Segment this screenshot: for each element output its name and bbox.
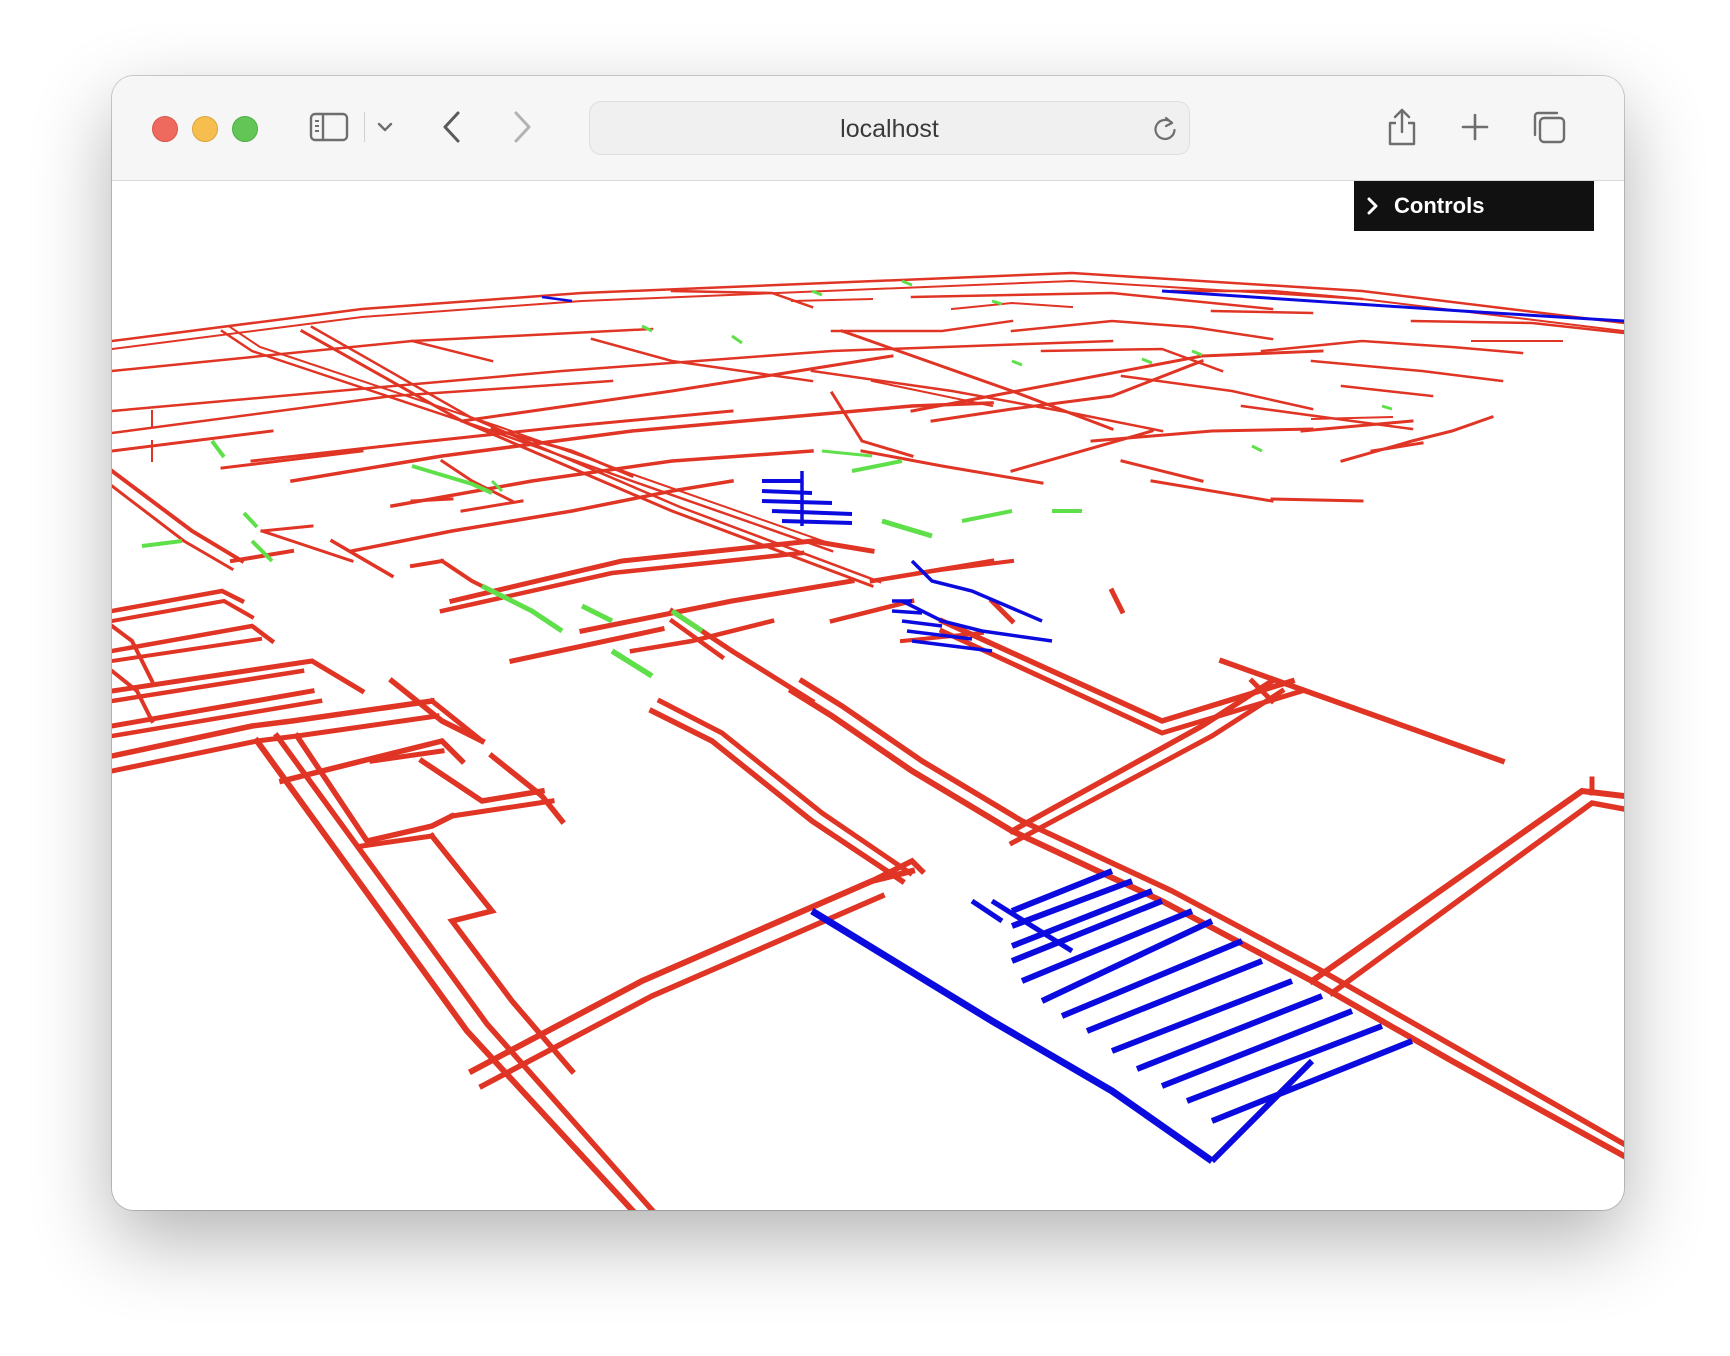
wall-segment [798, 677, 1624, 1148]
stair-segment [761, 499, 833, 505]
wall-segment [112, 598, 255, 624]
webgl-viewport[interactable]: Controls [112, 181, 1624, 1210]
address-bar[interactable]: localhost [589, 101, 1190, 155]
wall-segment [488, 752, 566, 825]
wall-segment [410, 339, 494, 363]
minimize-icon[interactable] [192, 116, 218, 142]
wall-segment [1328, 800, 1624, 997]
wall-segment [1307, 787, 1624, 986]
door-segment [851, 459, 903, 473]
wall-segment [112, 623, 155, 684]
wall-segment [579, 578, 855, 634]
zoom-icon[interactable] [232, 116, 258, 142]
browser-window: localhost Controls [112, 76, 1624, 1210]
wall-segment [409, 558, 445, 569]
wall-segment [829, 390, 914, 458]
toolbar-divider [364, 112, 365, 142]
wall-segment [273, 732, 656, 1210]
wall-segment [1090, 427, 1314, 443]
browser-toolbar: localhost [112, 76, 1624, 181]
door-segment [1191, 349, 1203, 357]
door-segment [242, 511, 259, 529]
wall-segment [467, 867, 916, 1076]
wall-segment [860, 449, 1044, 485]
wall-segment [1010, 319, 1274, 341]
door-segment [141, 539, 183, 548]
chevron-down-icon[interactable] [374, 116, 396, 138]
sidebar-icon[interactable] [308, 110, 350, 144]
wall-segment [1310, 359, 1504, 383]
wall-segment [950, 301, 1074, 311]
door-segment [411, 464, 493, 495]
back-icon[interactable] [437, 108, 467, 146]
floor-plan-scene[interactable] [112, 181, 1624, 1210]
wall-segment [1108, 587, 1126, 615]
wall-segment [1270, 497, 1364, 503]
wall-segment [460, 499, 524, 513]
door-segment [881, 518, 933, 539]
stair-segment [771, 509, 853, 516]
wall-segment [428, 832, 576, 1075]
wall-segment [478, 892, 886, 1090]
wall-segment [1218, 657, 1506, 765]
stair-segment [901, 619, 943, 628]
chevron-right-icon [1366, 197, 1384, 215]
wall-segment [112, 468, 245, 564]
stair-segment [891, 609, 923, 615]
wall-segment [252, 736, 637, 1210]
door-segment [580, 603, 614, 624]
stair-segment [1209, 1058, 1315, 1164]
wall-segment [1340, 384, 1434, 398]
door-segment [670, 608, 704, 634]
door-segment [731, 334, 743, 345]
stair-segment [781, 519, 853, 525]
door-segment [901, 279, 913, 287]
door-segment [961, 509, 1013, 523]
wall-segment [278, 737, 466, 785]
wall-segment [260, 524, 314, 533]
door-segment [1141, 357, 1153, 365]
wall-segment [228, 325, 842, 549]
address-text: localhost [840, 115, 939, 143]
wall-segment [112, 484, 235, 572]
share-icon[interactable] [1384, 104, 1420, 150]
wall-segment [289, 401, 994, 484]
door-segment [1381, 404, 1393, 411]
wall-segment [449, 798, 555, 819]
wall-segment [509, 626, 665, 664]
door-segment [210, 439, 226, 459]
wall-segment [830, 319, 1014, 333]
wall-segment [250, 409, 734, 463]
door-segment [610, 648, 654, 679]
door-segment [1251, 444, 1263, 453]
wall-segment [460, 354, 894, 423]
wall-segment [112, 327, 654, 373]
wall-segment [220, 449, 364, 470]
wall-segment [1120, 459, 1204, 483]
wall-segment [112, 429, 274, 453]
door-segment [991, 299, 1003, 306]
reload-icon[interactable] [1150, 114, 1180, 144]
tabs-overview-icon[interactable] [1530, 108, 1568, 146]
stair-segment [541, 295, 573, 303]
wall-segment [1008, 677, 1276, 835]
forward-icon[interactable] [507, 108, 537, 146]
door-segment [1011, 359, 1023, 367]
wall-segment [1150, 479, 1274, 503]
wall-segment [1210, 309, 1314, 315]
wall-segment [448, 538, 875, 605]
wall-segment [629, 618, 775, 654]
wall-segment [938, 617, 1296, 724]
stair-segment [761, 489, 813, 495]
wall-segment [810, 369, 1164, 433]
wall-segment [790, 297, 874, 303]
wall-segment [349, 478, 735, 554]
controls-label: Controls [1394, 193, 1485, 218]
plus-icon[interactable] [1458, 110, 1492, 144]
close-icon[interactable] [152, 116, 178, 142]
controls-toggle[interactable]: Controls [1354, 181, 1594, 231]
